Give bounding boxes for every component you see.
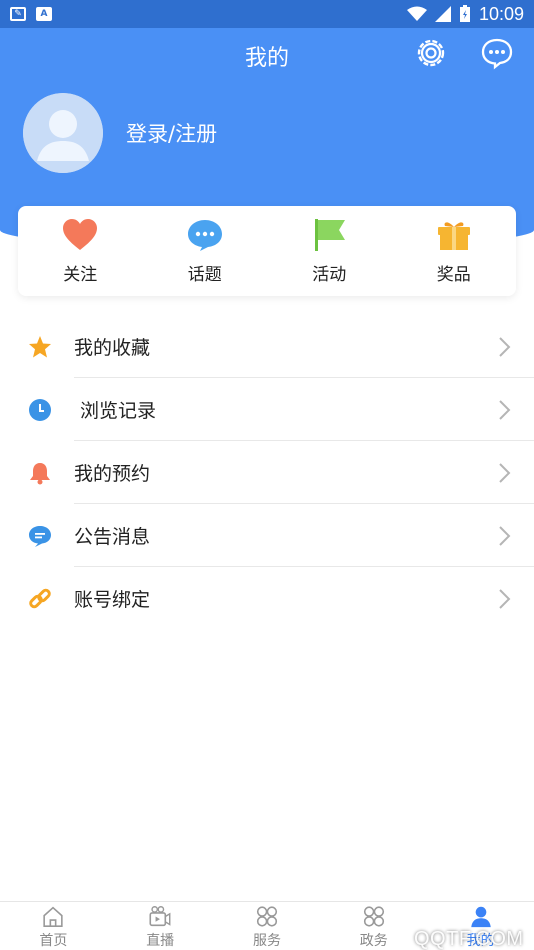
- status-bar: ✎ A 10:09: [0, 0, 534, 28]
- chevron-right-icon: [499, 526, 511, 546]
- status-time: 10:09: [478, 3, 524, 24]
- quick-action-prize[interactable]: 奖品: [392, 206, 517, 296]
- chat-bubble-icon: [187, 220, 222, 251]
- quick-action-label: 奖品: [436, 265, 471, 285]
- chevron-right-icon: [499, 337, 511, 357]
- chevron-right-icon: [499, 463, 511, 483]
- menu-item-label: 公告消息: [74, 526, 151, 548]
- menu-item-history[interactable]: 浏览记录: [0, 378, 534, 441]
- watermark: QQTF.COM: [414, 928, 524, 950]
- quick-actions-card: 关注 话题 活动 奖品: [18, 206, 516, 296]
- tab-label: 首页: [39, 933, 68, 949]
- bell-icon: [30, 463, 50, 485]
- tab-label: 政务: [359, 933, 388, 949]
- gift-icon: [437, 222, 470, 250]
- menu-item-label: 我的收藏: [74, 337, 151, 359]
- quick-action-activity[interactable]: 活动: [267, 206, 392, 296]
- menu-item-reservations[interactable]: 我的预约: [0, 441, 534, 504]
- menu-item-account-binding[interactable]: 账号绑定: [0, 567, 534, 630]
- wifi-icon: [406, 6, 427, 21]
- menu-item-label: 浏览记录: [80, 400, 157, 422]
- quick-action-topic[interactable]: 话题: [143, 206, 268, 296]
- live-icon: [149, 906, 171, 927]
- profile-screen: ✎ A 10:09 我的 登录/注册 关注 话题 活动 奖品 我的收藏 浏览记录…: [0, 0, 534, 950]
- quick-action-label: 活动: [312, 265, 347, 285]
- grid-icon: [363, 906, 384, 927]
- tab-live[interactable]: 直播: [107, 902, 214, 950]
- login-register-link[interactable]: 登录/注册: [126, 118, 217, 148]
- settings-gear-icon[interactable]: [414, 36, 448, 70]
- menu-item-announcements[interactable]: 公告消息: [0, 504, 534, 567]
- default-avatar-icon: [23, 93, 103, 173]
- signal-icon: [434, 6, 451, 22]
- battery-icon: [459, 5, 470, 22]
- chevron-right-icon: [499, 400, 511, 420]
- clock-icon: [29, 399, 51, 421]
- quick-action-label: 话题: [187, 265, 222, 285]
- tab-home[interactable]: 首页: [0, 902, 107, 950]
- message-icon: [29, 526, 51, 547]
- link-icon: [29, 588, 51, 609]
- profile-menu-list: 我的收藏 浏览记录 我的预约 公告消息 账号绑定: [0, 315, 534, 630]
- menu-item-favorites[interactable]: 我的收藏: [0, 315, 534, 378]
- home-icon: [43, 906, 64, 928]
- menu-item-label: 账号绑定: [74, 589, 151, 611]
- tab-label: 服务: [252, 933, 281, 949]
- user-icon: [470, 906, 491, 928]
- page-title: 我的: [244, 46, 289, 71]
- quick-action-label: 关注: [63, 265, 98, 285]
- edit-notification-icon: ✎: [10, 7, 26, 21]
- heart-icon: [63, 219, 98, 250]
- tab-government[interactable]: 政务: [320, 902, 427, 950]
- tab-services[interactable]: 服务: [214, 902, 321, 950]
- font-notification-icon: A: [36, 7, 52, 21]
- message-bubble-icon[interactable]: [480, 36, 514, 70]
- chevron-right-icon: [499, 589, 511, 609]
- star-icon: [29, 336, 51, 358]
- flag-icon: [315, 219, 346, 251]
- avatar[interactable]: [23, 93, 103, 173]
- tab-label: 直播: [146, 933, 175, 949]
- menu-item-label: 我的预约: [74, 463, 151, 485]
- grid-icon: [256, 906, 278, 927]
- quick-action-follow[interactable]: 关注: [18, 206, 143, 296]
